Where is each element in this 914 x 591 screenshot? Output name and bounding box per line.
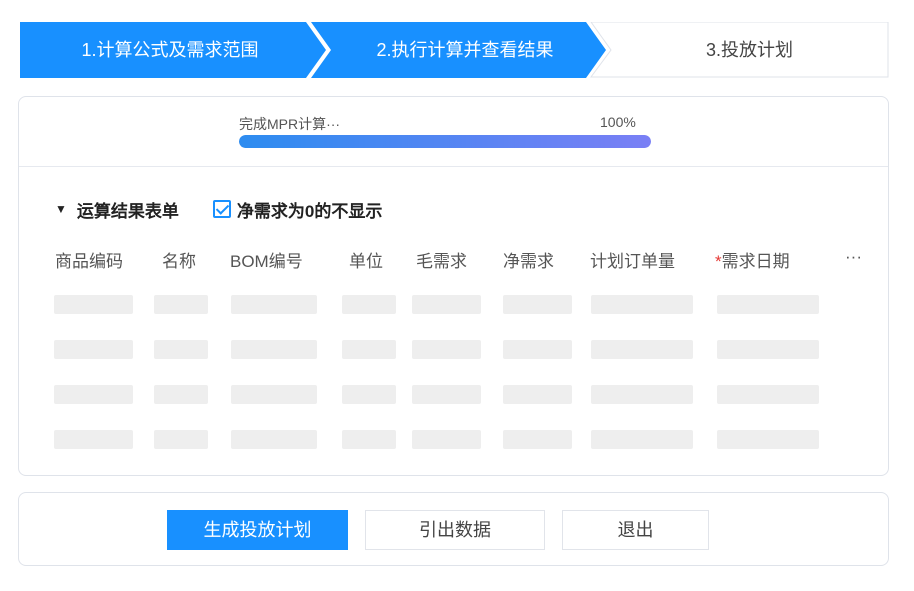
- skeleton-cell: [154, 295, 208, 314]
- skeleton-cell: [231, 385, 317, 404]
- column-header-demand-date: *需求日期: [715, 247, 790, 272]
- skeleton-cell: [342, 340, 396, 359]
- skeleton-cell: [54, 430, 133, 449]
- column-header-demand-date-label: 需求日期: [721, 252, 790, 271]
- skeleton-cell: [342, 295, 396, 314]
- hide-zero-checkbox[interactable]: [212, 200, 231, 218]
- skeleton-cell: [412, 430, 481, 449]
- skeleton-cell: [231, 430, 317, 449]
- hide-zero-checkbox-label[interactable]: 净需求为0的不显示: [237, 197, 382, 222]
- skeleton-cell: [591, 340, 693, 359]
- result-header: ▼ 运算结果表单 净需求为0的不显示: [55, 197, 382, 221]
- skeleton-cell: [154, 385, 208, 404]
- skeleton-cell: [154, 340, 208, 359]
- progress-status-text: 完成MPR计算···: [239, 116, 341, 132]
- more-columns-icon[interactable]: ···: [845, 247, 862, 267]
- step-2-label[interactable]: 2.执行计算并查看结果: [320, 22, 610, 78]
- skeleton-cell: [717, 340, 819, 359]
- export-data-button[interactable]: 引出数据: [365, 510, 545, 550]
- skeleton-cell: [591, 385, 693, 404]
- skeleton-cell: [342, 430, 396, 449]
- skeleton-cell: [54, 340, 133, 359]
- action-bar: 生成投放计划 引出数据 退出: [18, 492, 889, 566]
- column-header-gross-demand: 毛需求: [416, 252, 467, 271]
- column-header-name: 名称: [162, 252, 196, 271]
- generate-plan-button[interactable]: 生成投放计划: [167, 510, 348, 550]
- skeleton-cell: [717, 430, 819, 449]
- skeleton-cell: [154, 430, 208, 449]
- skeleton-cell: [342, 385, 396, 404]
- progress-section: 完成MPR计算··· 100%: [19, 97, 888, 167]
- triangle-down-icon[interactable]: ▼: [55, 202, 67, 216]
- skeleton-cell: [412, 385, 481, 404]
- skeleton-cell: [503, 385, 572, 404]
- column-header-unit: 单位: [349, 252, 383, 271]
- step-1-label[interactable]: 1.计算公式及需求范围: [20, 22, 320, 78]
- skeleton-cell: [231, 340, 317, 359]
- required-mark: *: [715, 252, 722, 271]
- progress-bar-fill: [239, 135, 651, 148]
- skeleton-cell: [54, 385, 133, 404]
- result-panel: 完成MPR计算··· 100% ▼ 运算结果表单 净需求为0的不显示 商品编码 …: [18, 96, 889, 476]
- skeleton-cell: [503, 340, 572, 359]
- stepper: 1.计算公式及需求范围 2.执行计算并查看结果 3.投放计划: [20, 22, 889, 78]
- skeleton-cell: [717, 295, 819, 314]
- step-3-label[interactable]: 3.投放计划: [610, 22, 889, 78]
- exit-button[interactable]: 退出: [562, 510, 709, 550]
- skeleton-cell: [412, 340, 481, 359]
- column-header-planned-order-qty: 计划订单量: [590, 252, 675, 271]
- skeleton-cell: [591, 295, 693, 314]
- progress-bar: [239, 135, 651, 148]
- column-header-bom-no: BOM编号: [230, 252, 303, 271]
- column-header-net-demand: 净需求: [503, 252, 554, 271]
- skeleton-cell: [54, 295, 133, 314]
- column-header-product-code: 商品编码: [55, 252, 123, 271]
- result-title: 运算结果表单: [76, 201, 179, 221]
- skeleton-cell: [717, 385, 819, 404]
- skeleton-cell: [503, 295, 572, 314]
- skeleton-cell: [231, 295, 317, 314]
- skeleton-cell: [412, 295, 481, 314]
- skeleton-cell: [503, 430, 572, 449]
- progress-percent: 100%: [600, 114, 636, 130]
- skeleton-cell: [591, 430, 693, 449]
